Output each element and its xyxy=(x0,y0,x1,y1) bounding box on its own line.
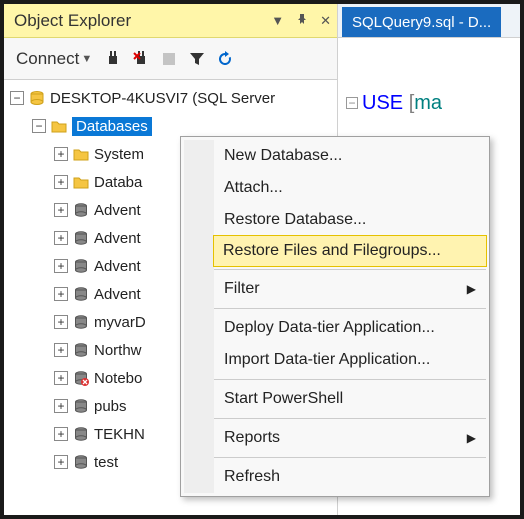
window-dropdown-icon[interactable]: ▼ xyxy=(271,13,284,29)
expand-icon[interactable]: + xyxy=(54,399,68,413)
document-tab[interactable]: SQLQuery9.sql - D... xyxy=(342,7,501,37)
expand-icon[interactable]: + xyxy=(54,315,68,329)
object-explorer-toolbar: Connect ▼ xyxy=(4,38,337,80)
expand-icon[interactable]: + xyxy=(54,427,68,441)
filter-icon[interactable] xyxy=(186,48,208,70)
database-icon xyxy=(72,370,90,386)
server-label: DESKTOP-4KUSVI7 (SQL Server xyxy=(50,90,275,107)
document-tab-label: SQLQuery9.sql - D... xyxy=(352,14,491,31)
menu-item[interactable]: Import Data-tier Application... xyxy=(214,344,486,376)
menu-item[interactable]: Filter ▶ xyxy=(214,273,486,305)
connect-button[interactable]: Connect ▼ xyxy=(12,47,96,71)
chevron-down-icon: ▼ xyxy=(81,53,92,65)
menu-separator xyxy=(214,379,486,380)
connect-plug-icon[interactable] xyxy=(102,48,124,70)
menu-item-label: Attach... xyxy=(224,179,283,197)
menu-item-label: Refresh xyxy=(224,468,280,486)
collapse-icon[interactable]: − xyxy=(10,91,24,105)
folder-icon xyxy=(50,119,68,133)
expand-icon[interactable]: + xyxy=(54,147,68,161)
folder-icon xyxy=(72,175,90,189)
expand-icon[interactable]: + xyxy=(54,175,68,189)
tree-item-label: myvarD xyxy=(94,314,146,331)
document-tab-strip: SQLQuery9.sql - D... xyxy=(338,4,520,38)
connect-label: Connect xyxy=(16,49,79,69)
expand-icon[interactable]: + xyxy=(54,231,68,245)
database-icon xyxy=(72,342,90,358)
folder-icon xyxy=(72,147,90,161)
collapse-icon[interactable]: − xyxy=(32,119,46,133)
tree-item-label: Advent xyxy=(94,286,141,303)
tree-item-label: pubs xyxy=(94,398,127,415)
menu-item-label: Deploy Data-tier Application... xyxy=(224,319,435,337)
server-icon xyxy=(28,90,46,106)
menu-item-label: Restore Files and Filegroups... xyxy=(223,242,441,260)
menu-separator xyxy=(214,418,486,419)
menu-gutter xyxy=(184,140,214,493)
menu-item-label: Restore Database... xyxy=(224,211,366,229)
expand-icon[interactable]: + xyxy=(54,259,68,273)
tree-item-label: Northw xyxy=(94,342,142,359)
menu-item[interactable]: Reports ▶ xyxy=(214,422,486,454)
submenu-arrow-icon: ▶ xyxy=(467,282,476,296)
close-icon[interactable]: ✕ xyxy=(320,13,331,29)
tree-item-label: Notebo xyxy=(94,370,142,387)
database-icon xyxy=(72,314,90,330)
menu-item-label: Import Data-tier Application... xyxy=(224,351,430,369)
expand-icon[interactable]: + xyxy=(54,343,68,357)
expand-icon[interactable]: + xyxy=(54,287,68,301)
database-icon xyxy=(72,454,90,470)
tree-item-label: TEKHN xyxy=(94,426,145,443)
pin-icon[interactable] xyxy=(296,13,308,29)
expand-icon[interactable]: + xyxy=(54,371,68,385)
menu-item-label: Reports xyxy=(224,429,280,447)
refresh-icon[interactable] xyxy=(214,48,236,70)
database-icon xyxy=(72,230,90,246)
fold-icon[interactable]: − xyxy=(346,97,358,109)
menu-item[interactable]: New Database... xyxy=(214,140,486,172)
menu-item[interactable]: Deploy Data-tier Application... xyxy=(214,312,486,344)
tree-item-label: System xyxy=(94,146,144,163)
menu-item[interactable]: Start PowerShell xyxy=(214,383,486,415)
menu-item[interactable]: Restore Files and Filegroups... xyxy=(213,235,487,267)
tree-item-label: test xyxy=(94,454,118,471)
menu-item-label: New Database... xyxy=(224,147,342,165)
tree-server-node[interactable]: − DESKTOP-4KUSVI7 (SQL Server xyxy=(4,84,337,112)
menu-separator xyxy=(214,457,486,458)
database-icon xyxy=(72,258,90,274)
tree-item-label: Advent xyxy=(94,230,141,247)
database-icon xyxy=(72,202,90,218)
editor-token: ma xyxy=(414,92,442,114)
stop-icon[interactable] xyxy=(158,48,180,70)
submenu-arrow-icon: ▶ xyxy=(467,431,476,445)
expand-icon[interactable]: + xyxy=(54,455,68,469)
tree-item-label: Advent xyxy=(94,202,141,219)
menu-separator xyxy=(214,308,486,309)
tree-item-label: Advent xyxy=(94,258,141,275)
menu-item-label: Filter xyxy=(224,280,260,298)
disconnect-plug-icon[interactable] xyxy=(130,48,152,70)
editor-token: USE xyxy=(362,92,403,114)
menu-item[interactable]: Restore Database... xyxy=(214,204,486,236)
object-explorer-header: Object Explorer ▼ ✕ xyxy=(4,4,337,38)
expand-icon[interactable]: + xyxy=(54,203,68,217)
tree-item-label: Databa xyxy=(94,174,142,191)
databases-label: Databases xyxy=(72,117,152,136)
menu-item[interactable]: Refresh xyxy=(214,461,486,493)
menu-separator xyxy=(214,269,486,270)
menu-item[interactable]: Attach... xyxy=(214,172,486,204)
database-icon xyxy=(72,426,90,442)
database-icon xyxy=(72,286,90,302)
databases-context-menu: New Database... Attach... Restore Database… xyxy=(180,136,490,497)
panel-title: Object Explorer xyxy=(14,11,271,31)
menu-item-label: Start PowerShell xyxy=(224,390,343,408)
database-icon xyxy=(72,398,90,414)
